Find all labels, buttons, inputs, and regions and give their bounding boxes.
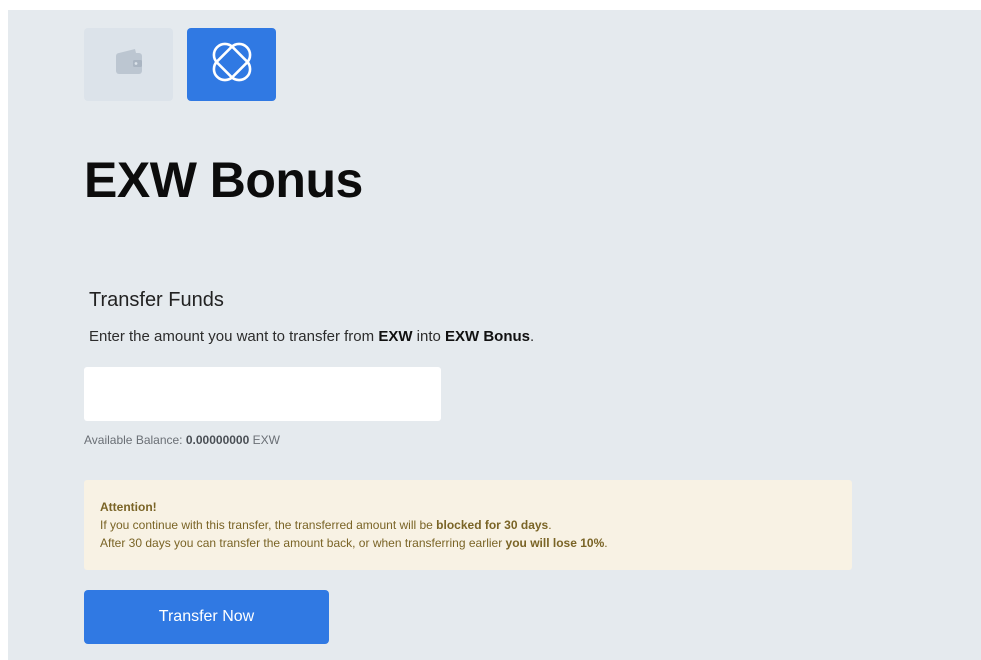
attention-line-2: After 30 days you can transfer the amoun… — [100, 534, 836, 552]
tab-bonus[interactable] — [187, 28, 276, 101]
page-title: EXW Bonus — [84, 152, 363, 208]
available-balance: Available Balance: 0.00000000 EXW — [84, 433, 280, 447]
main-panel: EXW Bonus Transfer Funds Enter the amoun… — [8, 10, 981, 660]
source-wallet-name: EXW — [378, 328, 413, 345]
balance-currency: EXW — [249, 433, 280, 447]
tab-wallet[interactable] — [84, 28, 173, 101]
balance-value: 0.00000000 — [185, 433, 250, 447]
wallet-icon — [109, 42, 149, 87]
attention-notice: Attention! If you continue with this tra… — [84, 480, 852, 570]
attention-line-1-end: . — [548, 518, 552, 532]
bonus-icon — [210, 40, 254, 89]
balance-label: Available Balance: — [84, 433, 186, 447]
description-period: . — [530, 328, 535, 345]
description-text: Enter the amount you want to transfer fr… — [89, 328, 379, 345]
attention-line-1-text: If you continue with this transfer, the … — [100, 518, 437, 532]
attention-line-2-bold: you will lose 10% — [505, 536, 605, 550]
amount-input[interactable] — [84, 367, 441, 421]
attention-line-1: If you continue with this transfer, the … — [100, 516, 836, 534]
section-title: Transfer Funds — [89, 289, 224, 311]
attention-line-2-text: After 30 days you can transfer the amoun… — [100, 536, 506, 550]
attention-line-1-bold: blocked for 30 days — [436, 518, 549, 532]
description-connector: into — [412, 328, 446, 345]
attention-title: Attention! — [100, 500, 157, 514]
attention-line-2-end: . — [604, 536, 608, 550]
target-wallet-name: EXW Bonus — [445, 328, 531, 345]
transfer-now-button[interactable]: Transfer Now — [84, 590, 329, 644]
transfer-description: Enter the amount you want to transfer fr… — [89, 328, 534, 345]
